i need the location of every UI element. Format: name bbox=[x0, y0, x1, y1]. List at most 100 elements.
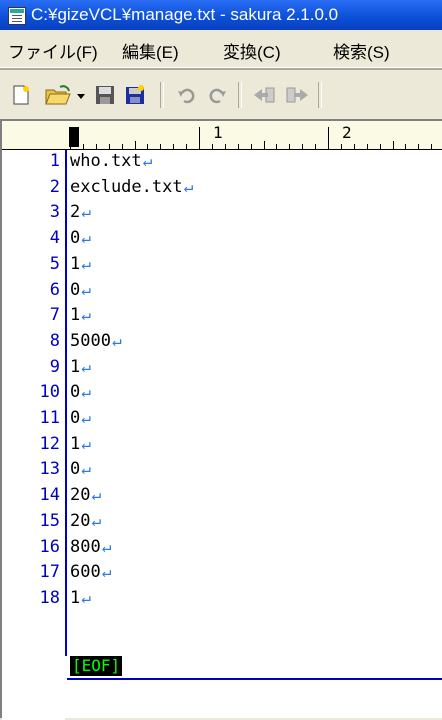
dropdown-arrow-icon[interactable] bbox=[76, 84, 86, 106]
newline-mark-icon: ↵ bbox=[81, 587, 91, 607]
line-content: 20 bbox=[70, 510, 91, 531]
ruler-tick bbox=[237, 144, 239, 149]
line-content: 5000 bbox=[70, 330, 111, 351]
text-line[interactable]: 2↵ bbox=[70, 202, 91, 222]
ruler-tick bbox=[276, 144, 278, 149]
text-line[interactable]: 1↵ bbox=[70, 588, 91, 608]
save-icon[interactable] bbox=[94, 84, 116, 106]
text-line[interactable]: 1↵ bbox=[70, 305, 91, 325]
ruler-tick bbox=[224, 144, 226, 149]
menu-search[interactable]: 検索(S) bbox=[333, 38, 390, 63]
ruler-tick bbox=[302, 144, 304, 149]
ruler-tick bbox=[186, 144, 188, 149]
line-number: 10 bbox=[39, 382, 60, 403]
open-folder-icon[interactable] bbox=[44, 84, 72, 106]
ruler-tick bbox=[289, 144, 291, 149]
column-ruler[interactable]: 1 2 bbox=[2, 121, 442, 150]
ruler-tick bbox=[263, 141, 265, 149]
new-file-icon[interactable] bbox=[10, 84, 32, 106]
ruler-tick bbox=[108, 144, 110, 149]
line-number: 18 bbox=[39, 587, 60, 608]
jump-back-icon[interactable] bbox=[252, 84, 278, 106]
menu-convert[interactable]: 変換(C) bbox=[223, 38, 281, 63]
ruler-tick bbox=[199, 127, 200, 149]
ruler-tick bbox=[121, 144, 123, 149]
toolbar-separator bbox=[238, 82, 242, 108]
ruler-tick bbox=[392, 141, 394, 149]
text-line[interactable]: 5000↵ bbox=[70, 331, 122, 351]
ruler-tick bbox=[405, 144, 407, 149]
text-line[interactable]: 1↵ bbox=[70, 357, 91, 377]
newline-mark-icon: ↵ bbox=[142, 151, 153, 170]
undo-icon[interactable] bbox=[176, 84, 198, 106]
text-line[interactable]: 0↵ bbox=[70, 228, 91, 248]
newline-mark-icon: ↵ bbox=[81, 253, 91, 273]
ruler-tick bbox=[82, 144, 84, 149]
text-line[interactable]: 0↵ bbox=[70, 408, 91, 428]
line-content: 0 bbox=[70, 459, 81, 480]
text-line[interactable]: exclude.txt↵ bbox=[70, 177, 193, 197]
line-number: 11 bbox=[39, 408, 60, 428]
text-line[interactable]: 0↵ bbox=[70, 280, 91, 300]
line-content: 20 bbox=[70, 485, 91, 506]
line-number: 12 bbox=[39, 433, 60, 454]
line-content: 1 bbox=[70, 587, 81, 608]
ruler-tick bbox=[173, 144, 175, 149]
eof-marker: [EOF] bbox=[70, 656, 123, 676]
menu-edit[interactable]: 編集(E) bbox=[122, 38, 179, 63]
ruler-tick bbox=[95, 144, 97, 149]
jump-forward-icon[interactable] bbox=[284, 84, 310, 106]
ruler-mark-10: 1 bbox=[213, 123, 223, 142]
line-content: 0 bbox=[70, 228, 81, 249]
line-number: 9 bbox=[49, 356, 60, 377]
newline-mark-icon: ↵ bbox=[81, 305, 91, 325]
text-line[interactable]: 1↵ bbox=[70, 254, 91, 274]
line-content: 600 bbox=[70, 562, 101, 583]
menu-file[interactable]: ファイル(F) bbox=[8, 38, 98, 63]
line-content: 2 bbox=[70, 202, 81, 223]
newline-mark-icon: ↵ bbox=[81, 382, 91, 402]
cursor-line-underline bbox=[67, 678, 442, 680]
text-line[interactable]: 1↵ bbox=[70, 434, 91, 454]
app-icon[interactable] bbox=[8, 7, 26, 25]
toolbar bbox=[0, 70, 442, 118]
text-line[interactable]: 20↵ bbox=[70, 511, 101, 531]
line-content: exclude.txt bbox=[70, 176, 183, 197]
text-line[interactable]: 20↵ bbox=[70, 485, 101, 505]
title-bar[interactable]: C:¥gizeVCL¥manage.txt - sakura 2.1.0.0 bbox=[0, 0, 442, 30]
ruler-tick bbox=[340, 144, 342, 149]
text-line[interactable]: 0↵ bbox=[70, 382, 91, 402]
line-content: 0 bbox=[70, 408, 81, 428]
text-line[interactable]: 800↵ bbox=[70, 537, 111, 557]
line-content: 800 bbox=[70, 536, 101, 557]
toolbar-separator bbox=[318, 82, 322, 108]
line-content: 1 bbox=[70, 253, 81, 274]
ruler-tick bbox=[134, 141, 136, 149]
newline-mark-icon: ↵ bbox=[183, 176, 194, 196]
line-content: 0 bbox=[70, 382, 81, 403]
ruler-tick bbox=[431, 144, 433, 149]
text-line[interactable]: 600↵ bbox=[70, 562, 111, 582]
ruler-tick bbox=[70, 127, 71, 149]
text-line[interactable]: who.txt↵ bbox=[70, 151, 152, 171]
save-all-icon[interactable] bbox=[124, 84, 146, 106]
newline-mark-icon: ↵ bbox=[111, 330, 122, 350]
ruler-tick bbox=[418, 144, 420, 149]
line-number: 6 bbox=[49, 279, 60, 300]
ruler-tick bbox=[315, 144, 317, 149]
ruler-tick bbox=[353, 144, 355, 149]
line-content: who.txt bbox=[70, 151, 142, 171]
gutter-divider bbox=[65, 150, 67, 656]
line-number: 7 bbox=[49, 305, 60, 326]
line-content: 0 bbox=[70, 279, 81, 300]
line-content: 1 bbox=[70, 305, 81, 326]
text-line[interactable]: 0↵ bbox=[70, 459, 91, 479]
ruler-tick bbox=[366, 144, 368, 149]
line-number: 16 bbox=[39, 536, 60, 557]
redo-icon[interactable] bbox=[206, 84, 228, 106]
ruler-mark-20: 2 bbox=[342, 123, 352, 142]
ruler-tick bbox=[160, 144, 162, 149]
ruler-tick bbox=[379, 144, 381, 149]
newline-mark-icon: ↵ bbox=[81, 408, 91, 427]
editor-area[interactable]: 1 2 1 who.txt↵ 2 exclude.txt↵ 3 2↵ 4 0↵ 5 1↵ 6 0↵ 7 1… bbox=[0, 119, 442, 720]
